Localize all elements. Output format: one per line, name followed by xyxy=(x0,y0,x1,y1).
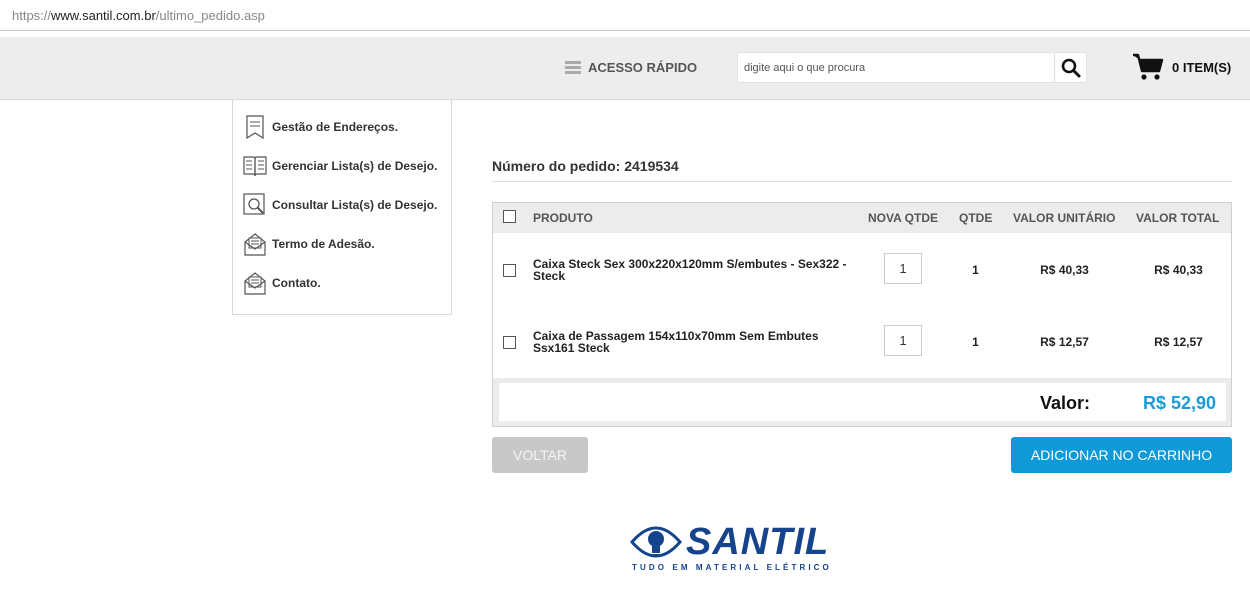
sidebar-item-label: Termo de Adesão. xyxy=(272,236,375,251)
search-icon xyxy=(1061,58,1080,77)
order-items-table: PRODUTO NOVA QTDE QTDE VALOR UNITÁRIO VA… xyxy=(492,202,1232,427)
url-path: /ultimo_pedido.asp xyxy=(155,8,265,23)
santil-logo: SANTIL TUDO EM MATERIAL ELÉTRICO xyxy=(630,522,840,574)
sidebar-item-contact[interactable]: Contato. xyxy=(233,263,451,302)
table-row: Caixa Steck Sex 300x220x120mm S/embutes … xyxy=(493,233,1231,305)
search-bar xyxy=(737,52,1087,83)
url-scheme: https:// xyxy=(12,8,52,23)
search-button[interactable] xyxy=(1054,53,1086,82)
new-qty-input[interactable] xyxy=(884,253,922,284)
product-name: Caixa Steck Sex 300x220x120mm S/embutes … xyxy=(533,257,847,283)
search-input[interactable] xyxy=(738,53,1054,82)
sidebar-item-label: Gerenciar Lista(s) de Desejo. xyxy=(272,158,438,173)
logo-wordmark: SANTIL xyxy=(686,521,830,563)
envelope-letter-icon xyxy=(243,231,267,257)
quick-access-button[interactable]: ACESSO RÁPIDO xyxy=(565,60,697,75)
select-all-checkbox[interactable] xyxy=(503,210,516,223)
total-value: R$ 12,57 xyxy=(1154,335,1203,349)
site-header: ACESSO RÁPIDO 0 ITEM(S) xyxy=(0,37,1250,100)
product-name: Caixa de Passagem 154x110x70mm Sem Embut… xyxy=(533,329,819,355)
sidebar-item-addresses[interactable]: Gestão de Endereços. xyxy=(233,107,451,146)
sidebar-item-label: Gestão de Endereços. xyxy=(272,119,399,134)
sidebar-item-label: Contato. xyxy=(272,275,321,290)
unit-value: R$ 40,33 xyxy=(1040,263,1089,277)
column-header-product: PRODUTO xyxy=(533,211,593,225)
order-number-title: Número do pedido: 2419534 xyxy=(492,158,679,174)
divider xyxy=(492,181,1232,182)
cart-count: 0 ITEM(S) xyxy=(1172,59,1232,75)
logo-tagline: TUDO EM MATERIAL ELÉTRICO xyxy=(632,563,832,572)
row-checkbox[interactable] xyxy=(503,264,516,277)
sidebar-item-label: Consultar Lista(s) de Desejo. xyxy=(272,197,438,212)
quick-access-label: ACESSO RÁPIDO xyxy=(588,60,698,75)
hamburger-icon xyxy=(565,61,581,74)
column-header-new-qty: NOVA QTDE xyxy=(868,211,939,225)
new-qty-input[interactable] xyxy=(884,325,922,356)
total-label: Valor: xyxy=(1040,393,1091,413)
envelope-letter-icon xyxy=(243,270,267,296)
column-header-total-value: VALOR TOTAL xyxy=(1136,211,1220,225)
account-side-menu: Gestão de Endereços. Gerenciar Lista(s) … xyxy=(232,100,452,315)
total-value: R$ 40,33 xyxy=(1154,263,1203,277)
row-checkbox[interactable] xyxy=(503,336,516,349)
back-button[interactable]: VOLTAR xyxy=(492,437,588,473)
order-total-bar: Valor: R$ 52,90 xyxy=(493,378,1231,426)
total-amount: R$ 52,90 xyxy=(1143,393,1217,413)
sidebar-item-manage-wishlists[interactable]: Gerenciar Lista(s) de Desejo. xyxy=(233,146,451,185)
lightbulb-eye-icon xyxy=(630,526,682,558)
bookmark-document-icon xyxy=(243,114,267,140)
url-domain: www.santil.com.br xyxy=(51,8,156,23)
column-header-unit-value: VALOR UNITÁRIO xyxy=(1013,211,1116,225)
add-to-cart-button[interactable]: ADICIONAR NO CARRINHO xyxy=(1011,437,1232,473)
column-header-qty: QTDE xyxy=(959,211,993,225)
sidebar-item-view-wishlists[interactable]: Consultar Lista(s) de Desejo. xyxy=(233,185,451,224)
sidebar-item-terms[interactable]: Termo de Adesão. xyxy=(233,224,451,263)
cart-icon xyxy=(1133,53,1164,80)
address-bar[interactable]: https://www.santil.com.br/ultimo_pedido.… xyxy=(0,0,1250,31)
table-header: PRODUTO NOVA QTDE QTDE VALOR UNITÁRIO VA… xyxy=(493,203,1231,233)
order-total-box: Valor: R$ 52,90 xyxy=(499,383,1226,421)
qty-value: 1 xyxy=(972,335,979,349)
search-document-icon xyxy=(243,192,267,218)
unit-value: R$ 12,57 xyxy=(1040,335,1089,349)
qty-value: 1 xyxy=(972,263,979,277)
table-row: Caixa de Passagem 154x110x70mm Sem Embut… xyxy=(493,305,1231,377)
open-book-icon xyxy=(243,153,267,179)
cart-button[interactable]: 0 ITEM(S) xyxy=(1132,52,1231,82)
